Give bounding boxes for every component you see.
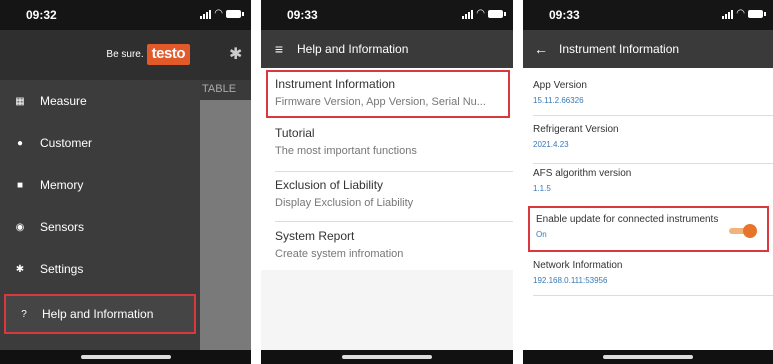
status-icons: ◠ bbox=[462, 8, 506, 19]
list-item-exclusion-of-liability[interactable]: Exclusion of Liability Display Exclusion… bbox=[271, 178, 513, 222]
status-icons: ◠ bbox=[722, 8, 766, 19]
signal-icon bbox=[462, 9, 474, 19]
signal-icon bbox=[722, 9, 734, 19]
list-item-title: Tutorial bbox=[275, 126, 315, 140]
battery-icon bbox=[488, 10, 506, 18]
list-item-subtitle: Firmware Version, App Version, Serial Nu… bbox=[275, 96, 486, 108]
update-toggle[interactable] bbox=[727, 224, 757, 238]
battery-icon bbox=[226, 10, 244, 18]
list-item-subtitle: The most important functions bbox=[275, 145, 417, 157]
gear-icon[interactable]: ✱ bbox=[229, 44, 242, 64]
info-item-enable-update[interactable]: Enable update for connected instruments … bbox=[528, 206, 769, 252]
wifi-icon: ◠ bbox=[736, 8, 745, 19]
info-item-title: Network Information bbox=[533, 260, 623, 271]
grid-icon: ▦ bbox=[15, 95, 25, 107]
signal-icon bbox=[200, 9, 212, 19]
testo-logo: testo bbox=[146, 44, 190, 65]
list-item-subtitle: Display Exclusion of Liability bbox=[275, 197, 414, 209]
list-item-title: System Report bbox=[275, 229, 355, 243]
nav-item-settings[interactable]: ✱ Settings bbox=[0, 252, 200, 286]
status-bar: 09:32 ◠ bbox=[0, 0, 251, 30]
status-time: 09:33 bbox=[287, 8, 318, 22]
wifi-icon: ◠ bbox=[214, 8, 223, 19]
nav-item-label: Measure bbox=[40, 94, 87, 108]
divider bbox=[275, 221, 513, 222]
info-item-title: AFS algorithm version bbox=[533, 168, 632, 179]
nav-item-customer[interactable]: ● Customer bbox=[0, 126, 200, 160]
nav-item-help-and-information[interactable]: ? Help and Information bbox=[4, 294, 196, 334]
info-item-value: 192.168.0.111:53956 bbox=[533, 276, 608, 285]
navigation-drawer: Be sure. testo ▦ Measure ● Customer ■ Me… bbox=[0, 30, 200, 350]
status-time: 09:33 bbox=[549, 8, 580, 22]
sensor-icon: ◉ bbox=[15, 221, 25, 233]
nav-item-sensors[interactable]: ◉ Sensors bbox=[0, 210, 200, 244]
brand: Be sure. testo bbox=[106, 44, 190, 65]
nav-item-measure[interactable]: ▦ Measure bbox=[0, 84, 200, 118]
memory-icon: ■ bbox=[16, 179, 24, 191]
info-item-title: Refrigerant Version bbox=[533, 124, 619, 135]
drawer-header: Be sure. testo bbox=[0, 30, 200, 80]
status-bar: 09:33 ◠ bbox=[261, 0, 513, 30]
home-indicator bbox=[0, 350, 251, 364]
hamburger-menu-icon[interactable]: ≡ bbox=[261, 41, 297, 57]
brand-tagline: Be sure. bbox=[106, 49, 144, 60]
toggle-knob bbox=[743, 224, 757, 238]
page-title: Instrument Information bbox=[559, 42, 680, 56]
gear-icon: ✱ bbox=[15, 263, 25, 275]
nav-item-label: Sensors bbox=[40, 220, 85, 234]
home-indicator bbox=[261, 350, 513, 364]
instrument-information-screen: 09:33 ◠ ← Instrument Information App Ver… bbox=[523, 0, 773, 364]
info-item-value: 2021.4.23 bbox=[533, 140, 569, 149]
list-item-tutorial[interactable]: Tutorial The most important functions bbox=[271, 126, 513, 172]
info-item-refrigerant-version: Refrigerant Version 2021.4.23 bbox=[533, 124, 773, 164]
divider bbox=[533, 295, 773, 296]
status-time: 09:32 bbox=[26, 8, 57, 22]
nav-item-label: Help and Information bbox=[42, 307, 154, 321]
battery-icon bbox=[748, 10, 766, 18]
list-item-subtitle: Create system infromation bbox=[275, 248, 404, 260]
divider bbox=[533, 115, 773, 116]
home-indicator bbox=[523, 350, 773, 364]
wifi-icon: ◠ bbox=[476, 8, 485, 19]
nav-item-memory[interactable]: ■ Memory bbox=[0, 168, 200, 202]
page-title: Help and Information bbox=[297, 42, 409, 56]
help-screen: 09:33 ◠ ≡ Help and Information Instrumen… bbox=[261, 0, 513, 364]
nav-item-label: Settings bbox=[40, 262, 84, 276]
list-item-title: Exclusion of Liability bbox=[275, 178, 384, 192]
background-tab-label: TABLE bbox=[202, 83, 237, 95]
divider bbox=[533, 163, 773, 164]
list-item-instrument-information[interactable]: Instrument Information Firmware Version,… bbox=[266, 70, 510, 118]
nav-item-label: Customer bbox=[40, 136, 93, 150]
divider bbox=[275, 171, 513, 172]
status-icons: ◠ bbox=[200, 8, 244, 19]
list-item-system-report[interactable]: System Report Create system infromation bbox=[271, 229, 513, 271]
help-icon: ? bbox=[21, 308, 27, 320]
drawer-screen: 09:32 ◠ ✱ TABLE Be sure. testo ▦ Measure… bbox=[0, 0, 251, 364]
nav-item-label: Memory bbox=[40, 178, 84, 192]
info-item-afs-algorithm-version: AFS algorithm version 1.1.5 bbox=[533, 168, 773, 202]
empty-area bbox=[261, 270, 513, 350]
info-item-app-version: App Version 15.11.2.66326 bbox=[533, 80, 773, 116]
status-bar: 09:33 ◠ bbox=[523, 0, 773, 30]
app-bar: ≡ Help and Information bbox=[261, 30, 513, 68]
back-arrow-icon[interactable]: ← bbox=[523, 41, 559, 57]
info-item-title: App Version bbox=[533, 80, 587, 91]
info-item-value: 15.11.2.66326 bbox=[533, 96, 584, 105]
background-tab: TABLE bbox=[200, 80, 251, 100]
person-icon: ● bbox=[16, 137, 24, 149]
info-item-value: 1.1.5 bbox=[533, 184, 551, 193]
info-item-network-information: Network Information 192.168.0.111:53956 bbox=[533, 260, 773, 296]
app-bar: ← Instrument Information bbox=[523, 30, 773, 68]
list-item-title: Instrument Information bbox=[275, 77, 396, 91]
